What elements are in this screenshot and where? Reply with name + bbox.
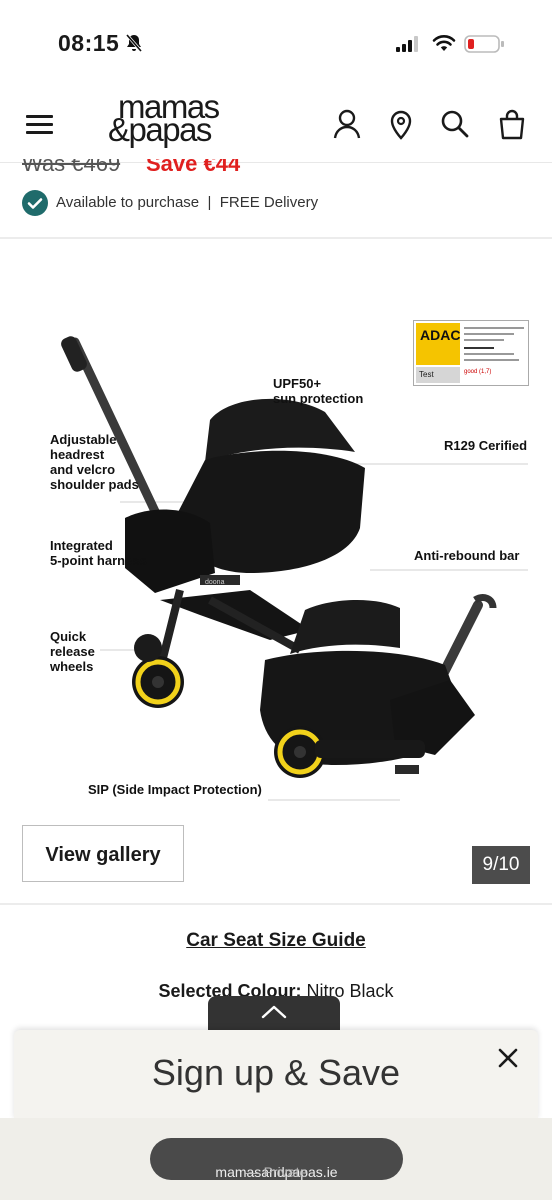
account-icon[interactable] xyxy=(332,108,362,140)
adac-brand: ADAC xyxy=(420,327,461,343)
gallery-counter: 9/10 xyxy=(472,846,530,884)
logo-line-2: &papas xyxy=(108,111,212,148)
signup-title: Sign up & Save xyxy=(151,1052,401,1093)
adac-rating: good (1,7) xyxy=(464,369,492,375)
status-time: 08:15 xyxy=(58,30,120,56)
was-price: Was €469 xyxy=(22,151,121,176)
check-circle-icon xyxy=(22,190,48,216)
wifi-icon xyxy=(432,35,456,51)
view-gallery-label: View gallery xyxy=(45,844,161,866)
chevron-up-icon xyxy=(261,1005,287,1019)
section-divider xyxy=(0,237,552,239)
address-bar[interactable]: mamasandpapas.ie — Private xyxy=(150,1138,403,1180)
close-icon[interactable] xyxy=(494,1044,522,1072)
label-harness: Integrated 5-point harness xyxy=(50,538,147,568)
adac-badge: ADAC Test good (1,7) xyxy=(413,320,529,386)
bell-slash-icon xyxy=(125,34,143,52)
hamburger-menu-icon[interactable] xyxy=(26,112,54,136)
label-r129: R129 Cerified xyxy=(444,438,528,453)
label-sip: SIP (Side Impact Protection) xyxy=(88,782,262,797)
store-locator-icon[interactable] xyxy=(386,108,416,140)
status-bar: 08:15 xyxy=(0,0,552,90)
signup-toggle[interactable] xyxy=(208,996,340,1030)
signup-panel[interactable]: Sign up & Save xyxy=(14,1030,538,1120)
section-divider xyxy=(0,903,552,905)
battery-low-icon xyxy=(464,35,504,53)
search-icon[interactable] xyxy=(440,108,470,140)
view-gallery-button[interactable]: View gallery xyxy=(22,825,184,882)
save-price: Save €44 xyxy=(146,151,241,176)
label-wheels: Quick release wheels xyxy=(50,629,95,674)
label-upf: UPF50+ sun protection xyxy=(273,376,364,406)
adac-test-label: Test xyxy=(419,370,434,379)
cellular-signal-icon xyxy=(396,36,418,52)
size-guide-link[interactable]: Car Seat Size Guide xyxy=(0,930,552,952)
svg-text:doona: doona xyxy=(205,579,225,586)
brand-logo[interactable]: mamas &papas xyxy=(100,89,260,151)
availability-text: Available to purchase | FREE Delivery xyxy=(56,194,319,211)
label-antirebound: Anti-rebound bar xyxy=(414,548,520,563)
private-mode-label: — Private xyxy=(245,1164,308,1180)
label-headrest: Adjustable headrest and velcro shoulder … xyxy=(50,432,139,492)
bag-icon[interactable] xyxy=(497,108,527,140)
